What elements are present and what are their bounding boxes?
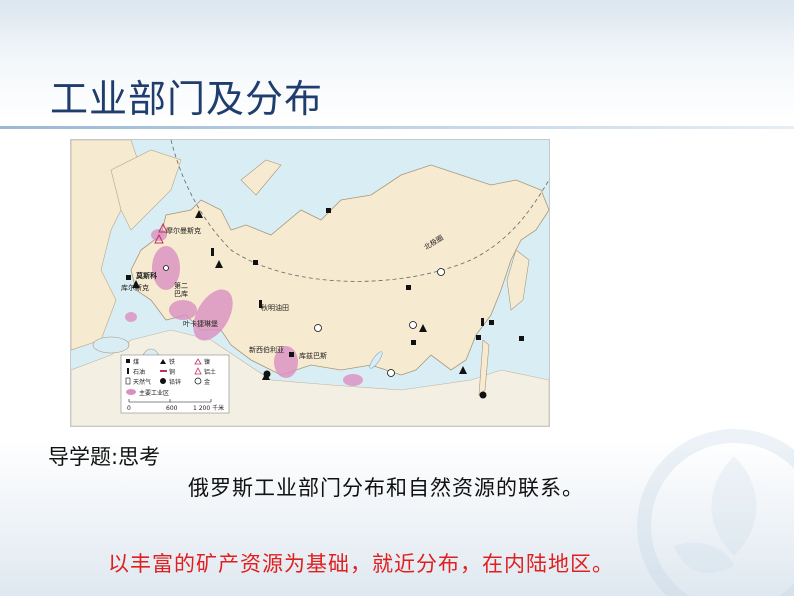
coal-symbol	[126, 275, 131, 280]
iron-symbol	[459, 366, 467, 374]
question-label: 导学题:思考	[48, 445, 161, 469]
legend-iron: 铁	[169, 358, 175, 366]
oil-symbol	[481, 318, 484, 326]
slide: 工业部门及分布 北极圈 摩尔曼斯克 莫斯科 第二 巴库 叶卡捷琳堡 秋明油田 新…	[0, 0, 794, 596]
industrial-zone-south	[125, 312, 137, 322]
lead-zinc-symbol	[263, 370, 271, 378]
coal-symbol	[476, 335, 481, 340]
coal-symbol	[406, 285, 411, 290]
map-label-tyumen: 秋明油田	[261, 303, 289, 312]
title-divider	[0, 126, 794, 129]
legend-coal: 煤	[133, 358, 139, 366]
industrial-zone-irkutsk	[343, 374, 363, 386]
legend-scale-0: 0	[127, 405, 131, 412]
black-sea	[92, 336, 130, 354]
lead-zinc-symbol	[163, 265, 169, 271]
industrial-zone-volga	[169, 300, 197, 320]
land-novaya-zemlya	[240, 159, 282, 196]
gold-symbol	[387, 369, 395, 377]
legend-nickel: 镍	[204, 358, 210, 366]
legend-industrial-zone: 主要工业区	[139, 389, 169, 397]
coal-symbol	[489, 320, 494, 325]
legend-oil: 石油	[133, 368, 145, 376]
legend-bauxite: 铝土	[204, 368, 216, 376]
coal-symbol	[411, 340, 416, 345]
oil-symbol	[211, 248, 214, 256]
legend-lead-zinc: 铅锌	[169, 378, 181, 386]
russia-industry-map: 北极圈 摩尔曼斯克 莫斯科 库尔斯克 第二 巴库 叶卡捷琳堡 秋明油田 新西伯利…	[70, 139, 550, 427]
coal-symbol	[289, 352, 294, 357]
legend-copper: 铜	[169, 368, 175, 376]
map-label-moscow: 莫斯科	[135, 271, 157, 280]
gold-symbol	[314, 324, 322, 332]
coal-symbol	[519, 336, 524, 341]
legend-gold: 金	[204, 378, 210, 386]
map-label-kuzbass: 库兹巴斯	[299, 351, 327, 360]
question-text: 俄罗斯工业部门分布和自然资源的联系。	[188, 476, 584, 500]
legend-scale-600: 600	[166, 405, 178, 412]
map-label-second-baku-2: 巴库	[174, 289, 188, 298]
legend-gas: 天然气	[133, 378, 151, 386]
gold-symbol	[437, 268, 445, 276]
map-label-yekaterinburg: 叶卡捷琳堡	[183, 319, 218, 328]
map-label-murmansk: 摩尔曼斯克	[166, 226, 201, 235]
decorative-leaf-logo	[637, 429, 794, 596]
coal-symbol	[253, 260, 258, 265]
slide-title: 工业部门及分布	[50, 77, 324, 121]
map-label-second-baku-1: 第二	[174, 281, 188, 290]
map-legend: 煤 铁 镍 石油 铜 铝土 天然气 铅锌 金 主要工业区 0 600 1 200…	[120, 354, 230, 414]
gold-symbol	[409, 321, 417, 329]
map-label-novosibirsk: 新西伯利亚	[249, 345, 284, 354]
lead-zinc-symbol	[479, 391, 487, 399]
legend-scale-1200: 1 200 千米	[193, 404, 224, 412]
coal-symbol	[326, 208, 331, 213]
oil-symbol	[259, 300, 262, 308]
map-svg: 北极圈 摩尔曼斯克 莫斯科 库尔斯克 第二 巴库 叶卡捷琳堡 秋明油田 新西伯利…	[70, 139, 550, 427]
